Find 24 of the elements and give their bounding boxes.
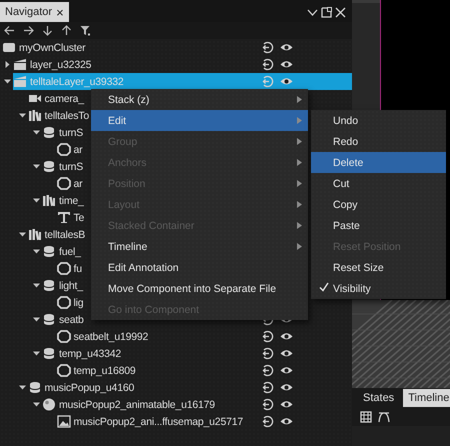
tree-item-label: layer_u32325: [30, 58, 92, 70]
tree-item-label: Te: [74, 212, 84, 224]
tree-item-label: temp_u43342: [59, 348, 122, 360]
tree-item-label: ar: [74, 144, 82, 156]
tree-item-label: musicPopup2_ani...ffusemap_u25717: [74, 416, 244, 428]
tree-item-label: telltalesTo: [44, 110, 89, 122]
tree-item-label: ar: [74, 178, 82, 190]
tree-item-label: seatbelt_u19992: [74, 330, 148, 342]
tree-item-label: turnS: [59, 160, 84, 172]
tree-item-label: camera_: [44, 92, 84, 104]
tree-item-label: turnS: [59, 126, 84, 138]
tab-title: Navigator: [5, 6, 52, 18]
tree-item-label: musicPopup2_animatable_u16179: [59, 398, 215, 410]
tree-item-label: telltalesB: [44, 228, 86, 240]
tree-item-label: musicPopup_u4160: [44, 382, 134, 394]
tree-item-label: fu: [74, 262, 82, 274]
tree-item-label: time_: [59, 194, 84, 206]
tree-item-label: light_: [59, 280, 83, 292]
tree-item-label: seatb: [59, 314, 84, 326]
tree-item-label: telltaleLayer_u39332: [30, 76, 124, 88]
tree-item-label: myOwnCluster: [19, 42, 86, 54]
tree-item-label: lig: [74, 296, 84, 308]
tree-item-label: fuel_: [59, 246, 81, 258]
tree-item-label: temp_u16809: [74, 364, 136, 376]
